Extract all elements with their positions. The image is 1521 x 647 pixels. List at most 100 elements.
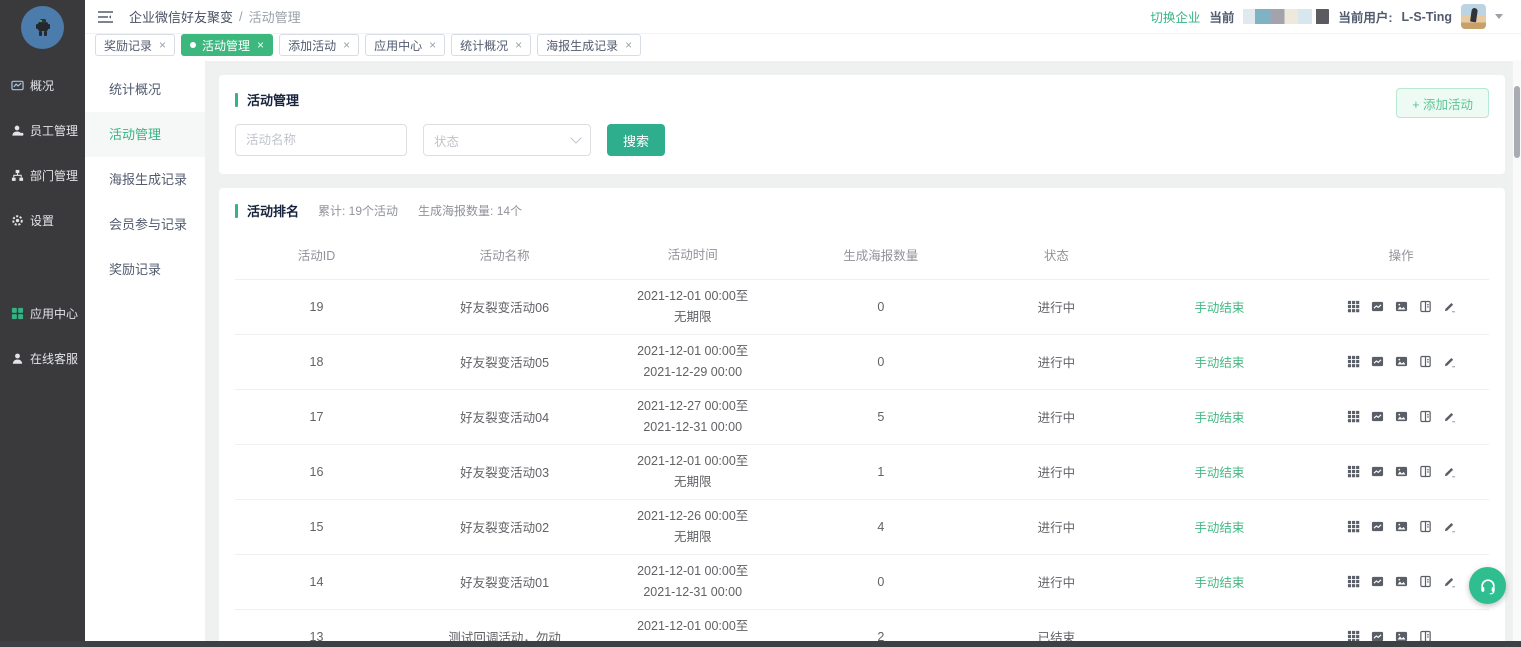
manual-end-link[interactable]: 手动结束 <box>1194 301 1244 315</box>
col-operations: 操作 <box>1313 245 1489 266</box>
edit-pencil-icon[interactable] <box>1443 300 1456 313</box>
sidebar-item-reward-records[interactable]: 奖励记录 <box>85 247 205 292</box>
cell-poster-count: 0 <box>774 575 987 589</box>
data-board-icon[interactable] <box>1371 575 1384 588</box>
breadcrumb-root[interactable]: 企业微信好友聚变 <box>129 7 233 26</box>
redacted-company-name <box>1243 9 1329 24</box>
time-start: 2021-12-01 00:00至 <box>611 286 774 307</box>
image-icon[interactable] <box>1395 300 1408 313</box>
nav-item-label: 概况 <box>30 77 54 94</box>
tab-reward-records[interactable]: 奖励记录 × <box>95 34 175 56</box>
scrollbar-thumb[interactable] <box>1514 86 1520 158</box>
image-icon[interactable] <box>1395 465 1408 478</box>
menu-collapse-icon[interactable] <box>97 10 114 24</box>
headset-icon <box>1478 576 1498 596</box>
cell-activity-name: 好友裂变活动03 <box>398 462 611 481</box>
nav-item-online-support[interactable]: 在线客服 <box>0 336 85 381</box>
sidebar-item-activity-management[interactable]: 活动管理 <box>85 112 205 157</box>
qrcode-grid-icon[interactable] <box>1347 465 1360 478</box>
tab-label: 统计概况 <box>460 37 508 54</box>
edit-pencil-icon[interactable] <box>1443 410 1456 423</box>
table-row: 17 好友裂变活动04 2021-12-27 00:00至 2021-12-31… <box>235 389 1489 444</box>
qrcode-grid-icon[interactable] <box>1347 300 1360 313</box>
close-icon[interactable]: × <box>257 39 264 51</box>
poster-layout-icon[interactable] <box>1419 575 1432 588</box>
edit-pencil-icon[interactable] <box>1443 465 1456 478</box>
cell-activity-time: 2021-12-26 00:00至 无期限 <box>611 506 774 547</box>
cell-activity-id: 18 <box>235 355 398 369</box>
tab-add-activity[interactable]: 添加活动 × <box>279 34 359 56</box>
search-button[interactable]: 搜索 <box>607 124 665 156</box>
edit-pencil-icon[interactable] <box>1443 575 1456 588</box>
cell-poster-count: 1 <box>774 465 987 479</box>
table-row: 15 好友裂变活动02 2021-12-26 00:00至 无期限 4 进行中 … <box>235 499 1489 554</box>
chevron-down-icon[interactable] <box>1495 14 1503 19</box>
col-activity-time: 活动时间 <box>611 245 774 266</box>
time-start: 2021-12-01 00:00至 <box>611 561 774 582</box>
topbar: 企业微信好友聚变 / 活动管理 切换企业 当前 当前用户: L-S-Ting <box>85 0 1521 34</box>
status-select[interactable]: 状态 <box>423 124 591 156</box>
activity-name-input[interactable] <box>235 124 407 156</box>
tab-stats-overview[interactable]: 统计概况 × <box>451 34 531 56</box>
tab-label: 应用中心 <box>374 37 422 54</box>
nav-item-settings[interactable]: 设置 <box>0 198 85 243</box>
manual-end-link[interactable]: 手动结束 <box>1194 411 1244 425</box>
data-board-icon[interactable] <box>1371 520 1384 533</box>
poster-layout-icon[interactable] <box>1419 355 1432 368</box>
customer-service-fab[interactable] <box>1469 567 1506 604</box>
poster-layout-icon[interactable] <box>1419 520 1432 533</box>
close-icon[interactable]: × <box>515 39 522 51</box>
image-icon[interactable] <box>1395 355 1408 368</box>
title-accent-bar <box>235 93 238 107</box>
nav-item-label: 设置 <box>30 212 54 229</box>
sidebar-item-member-participation[interactable]: 会员参与记录 <box>85 202 205 247</box>
sidebar-item-poster-records[interactable]: 海报生成记录 <box>85 157 205 202</box>
cell-status: 进行中 <box>987 407 1125 426</box>
tab-app-center[interactable]: 应用中心 × <box>365 34 445 56</box>
cell-poster-count: 5 <box>774 410 987 424</box>
nav-item-employee-management[interactable]: 员工管理 <box>0 108 85 153</box>
data-board-icon[interactable] <box>1371 355 1384 368</box>
close-icon[interactable]: × <box>429 39 436 51</box>
qrcode-grid-icon[interactable] <box>1347 410 1360 423</box>
department-icon <box>11 169 24 182</box>
poster-layout-icon[interactable] <box>1419 465 1432 478</box>
data-board-icon[interactable] <box>1371 300 1384 313</box>
user-avatar[interactable] <box>1461 4 1486 29</box>
edit-pencil-icon[interactable] <box>1443 355 1456 368</box>
poster-layout-icon[interactable] <box>1419 300 1432 313</box>
qrcode-grid-icon[interactable] <box>1347 355 1360 368</box>
image-icon[interactable] <box>1395 520 1408 533</box>
qrcode-grid-icon[interactable] <box>1347 520 1360 533</box>
nav-item-app-center[interactable]: 应用中心 <box>0 291 85 336</box>
poster-layout-icon[interactable] <box>1419 410 1432 423</box>
col-poster-count: 生成海报数量 <box>774 245 987 266</box>
logo[interactable] <box>0 0 85 55</box>
cell-poster-count: 0 <box>774 300 987 314</box>
close-icon[interactable]: × <box>159 39 166 51</box>
table-row: 14 好友裂变活动01 2021-12-01 00:00至 2021-12-31… <box>235 554 1489 609</box>
manual-end-link[interactable]: 手动结束 <box>1194 466 1244 480</box>
open-tabs-bar: 奖励记录 × 活动管理 × 添加活动 × 应用中心 × 统计概况 × <box>85 34 1521 61</box>
tab-activity-management[interactable]: 活动管理 × <box>181 34 273 56</box>
data-board-icon[interactable] <box>1371 465 1384 478</box>
nav-item-overview[interactable]: 概况 <box>0 63 85 108</box>
switch-company-link[interactable]: 切换企业 <box>1150 7 1200 26</box>
close-icon[interactable]: × <box>343 39 350 51</box>
image-icon[interactable] <box>1395 575 1408 588</box>
image-icon[interactable] <box>1395 410 1408 423</box>
col-manual-end <box>1125 245 1313 266</box>
close-icon[interactable]: × <box>625 39 632 51</box>
edit-pencil-icon[interactable] <box>1443 520 1456 533</box>
manual-end-link[interactable]: 手动结束 <box>1194 521 1244 535</box>
sidebar-item-stats-overview[interactable]: 统计概况 <box>85 67 205 112</box>
data-board-icon[interactable] <box>1371 410 1384 423</box>
add-activity-button[interactable]: + 添加活动 <box>1396 88 1489 118</box>
manual-end-link[interactable]: 手动结束 <box>1194 356 1244 370</box>
manual-end-link[interactable]: 手动结束 <box>1194 576 1244 590</box>
tab-poster-records[interactable]: 海报生成记录 × <box>537 34 641 56</box>
nav-item-department-management[interactable]: 部门管理 <box>0 153 85 198</box>
vertical-scrollbar[interactable] <box>1513 60 1521 641</box>
qrcode-grid-icon[interactable] <box>1347 575 1360 588</box>
cell-activity-time: 2021-12-01 00:00至 无期限 <box>611 451 774 492</box>
